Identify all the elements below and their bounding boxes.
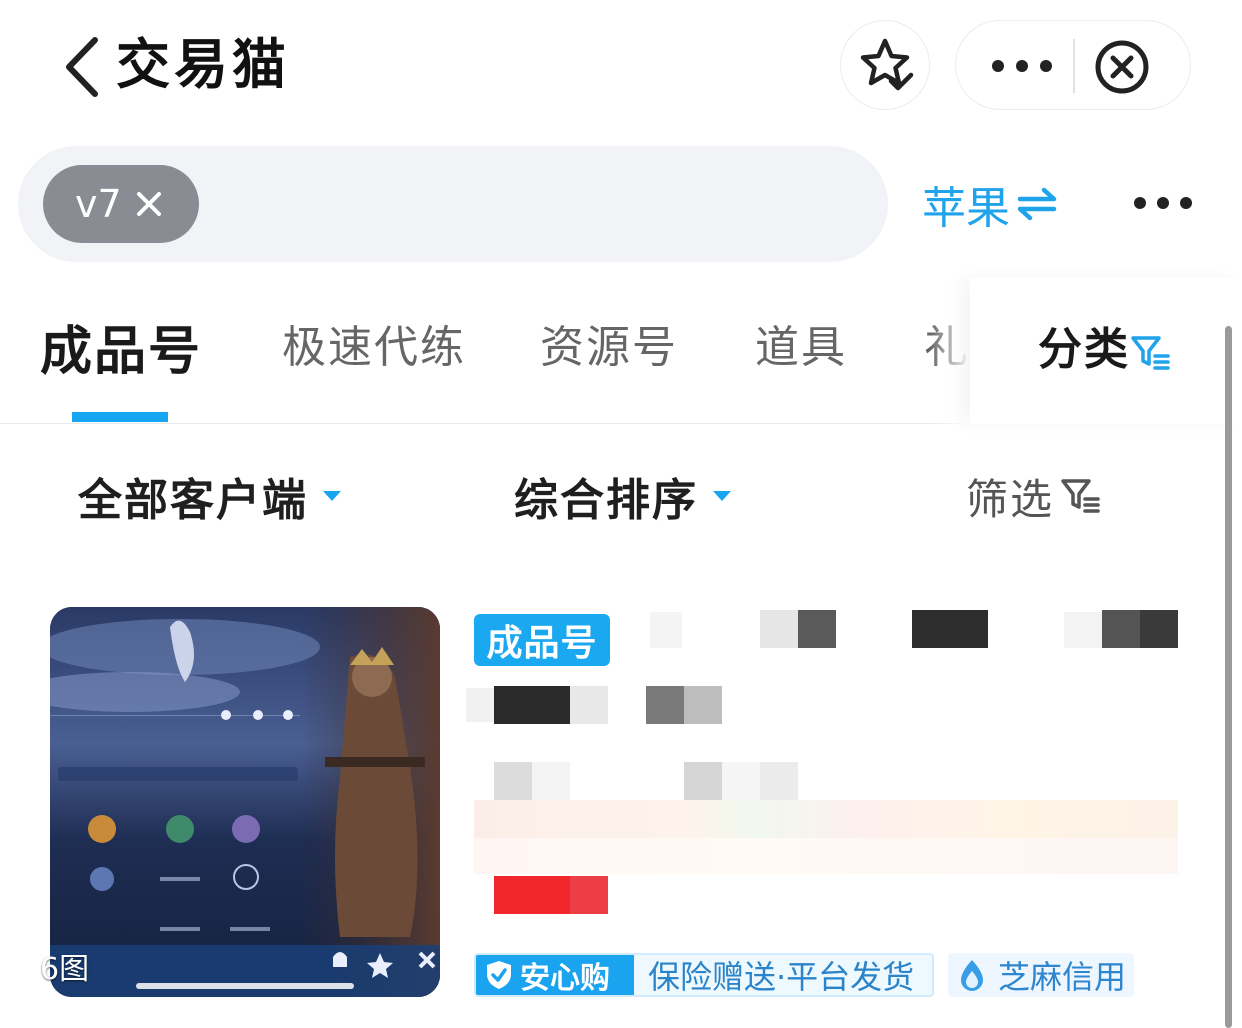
ellipsis-icon [992, 60, 1052, 72]
tab-ziyuanhao[interactable]: 资源号 [540, 318, 678, 378]
tab-daoju[interactable]: 道具 [755, 318, 847, 378]
tab-chengpinhao[interactable]: 成品号 [40, 322, 202, 382]
chip-remove-button[interactable] [129, 184, 169, 224]
caret-down-icon [322, 490, 342, 502]
zhima-credit-tag: 芝麻信用 [948, 953, 1134, 997]
tab-jisu-dailian[interactable]: 极速代练 [282, 318, 466, 378]
search-input[interactable]: v7 [18, 146, 888, 262]
tabs-fade [930, 278, 970, 424]
close-icon [137, 192, 161, 216]
star-check-icon [860, 38, 914, 91]
listing-type-badge: 成品号 [474, 614, 610, 666]
filter-list-icon [1130, 334, 1172, 376]
ellipsis-icon [1134, 197, 1192, 209]
sort-label: 综合排序 [514, 475, 698, 526]
filter-button[interactable]: 筛选 [966, 466, 1102, 526]
capsule-divider [1073, 39, 1075, 93]
header: 交易猫 [0, 0, 1242, 130]
swap-arrows-icon [1016, 187, 1058, 221]
close-button[interactable] [1094, 39, 1150, 95]
category-tabs: 成品号 极速代练 资源号 道具 礼 分类 [0, 278, 1242, 424]
active-tab-indicator [72, 412, 168, 422]
anxin-guarantee-tag: 安心购 保险赠送·平台发货 [474, 953, 934, 997]
chip-label: v7 [75, 182, 122, 226]
favorite-button[interactable] [840, 20, 930, 110]
credit-label: 芝麻信用 [998, 958, 1127, 996]
chevron-left-icon [66, 37, 98, 97]
platform-label: 苹果 [922, 183, 1010, 234]
thumbnail-progress-bar [136, 983, 354, 989]
zhima-credit-icon [956, 957, 988, 993]
close-circle-icon [1095, 40, 1149, 94]
caret-down-icon [712, 490, 732, 502]
page-title: 交易猫 [116, 33, 290, 96]
anxin-title: 安心购 [520, 961, 610, 996]
image-count-label: 6图 [40, 952, 90, 987]
filter-label: 筛选 [966, 474, 1055, 524]
platform-switch-button[interactable]: 苹果 [922, 174, 1058, 234]
client-filter-dropdown[interactable]: 全部客户端 [78, 466, 342, 526]
scrollbar[interactable] [1225, 326, 1232, 1028]
search-keyword-chip[interactable]: v7 [43, 165, 199, 243]
mini-program-capsule [955, 20, 1191, 110]
game-profile-screenshot [50, 607, 440, 997]
client-filter-label: 全部客户端 [78, 475, 308, 526]
category-label: 分类 [1038, 324, 1130, 375]
search-more-button[interactable] [1130, 178, 1196, 228]
anxin-lead: 安心购 [476, 955, 634, 995]
anxin-text: 保险赠送·平台发货 [648, 958, 915, 996]
shield-check-icon [484, 959, 514, 991]
back-button[interactable] [56, 32, 106, 102]
sort-dropdown[interactable]: 综合排序 [514, 466, 732, 526]
more-button[interactable] [974, 21, 1070, 111]
listing-thumbnail[interactable] [50, 607, 440, 997]
filter-list-icon [1060, 477, 1102, 515]
category-button[interactable]: 分类 [970, 278, 1242, 424]
